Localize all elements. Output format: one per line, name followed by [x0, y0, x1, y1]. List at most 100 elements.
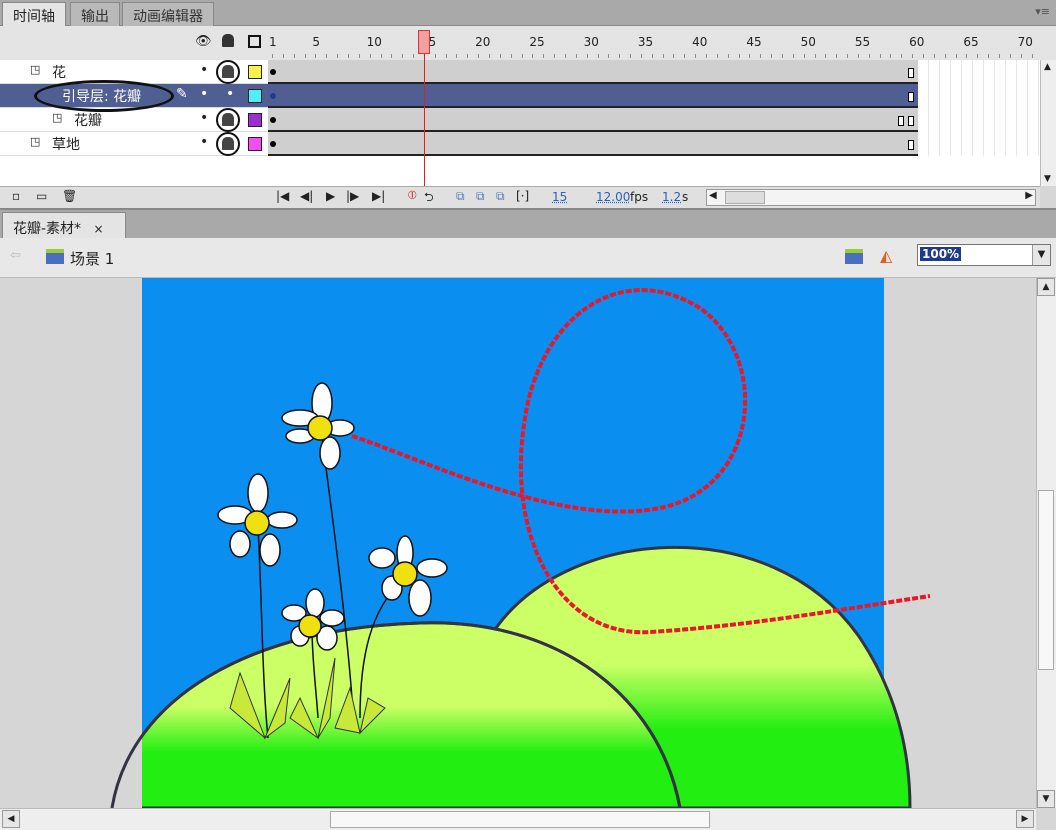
end-frame[interactable]: [908, 140, 915, 150]
scroll-down-button[interactable]: ▼: [1037, 790, 1055, 808]
layer-row[interactable]: 引导层: 花瓣 ✎ • •: [0, 80, 268, 112]
visibility-dot[interactable]: •: [200, 134, 208, 150]
timeline-toolbar: ▫ ▭ 🗑 |◀ ◀| ▶ |▶ ▶| ⦶ ⮌ ⧉ ⧉ ⧉ [·] 15 12.…: [0, 186, 1040, 208]
new-layer-icon[interactable]: ▫: [12, 189, 20, 203]
frame-tick-label: 40: [692, 35, 708, 49]
vscroll-thumb[interactable]: [1038, 490, 1054, 670]
frame-row[interactable]: [268, 132, 918, 156]
new-folder-icon[interactable]: ▭: [36, 189, 47, 203]
time-unit: s: [682, 190, 689, 204]
frame-tick-label: 20: [475, 35, 491, 49]
tab-timeline[interactable]: 时间轴: [2, 2, 66, 26]
scene-icon: [46, 249, 64, 264]
frame-tick-label: 5: [312, 35, 321, 49]
layer-type-icon: ◳: [30, 63, 41, 76]
end-frame[interactable]: [908, 68, 915, 78]
frame-row[interactable]: [268, 60, 918, 84]
elapsed-time: 1.2: [662, 190, 682, 204]
loop-icon[interactable]: ⮌: [424, 188, 434, 209]
visibility-dot[interactable]: •: [200, 86, 208, 102]
layer-row[interactable]: ◳ 花瓣 •: [0, 108, 268, 132]
document-tab[interactable]: 花瓣-素材* ×: [2, 212, 126, 240]
layer-row[interactable]: ◳ 花 •: [0, 60, 268, 84]
lock-dot[interactable]: •: [226, 86, 234, 102]
end-frame[interactable]: [908, 92, 915, 102]
document-tab-bar: 花瓣-素材* ×: [0, 208, 1056, 240]
onion-outline-icon[interactable]: ⧉: [476, 189, 485, 204]
outline-icon[interactable]: [248, 35, 261, 48]
visibility-dot[interactable]: •: [200, 62, 208, 78]
layer-type-icon: ◳: [52, 111, 63, 124]
onion-skin-icon[interactable]: ⧉: [456, 189, 465, 204]
frame-tick-label: 55: [854, 35, 871, 49]
timeline-hscroll[interactable]: ◀ ▶: [706, 189, 1036, 206]
keyframe[interactable]: [270, 69, 276, 75]
layer-name[interactable]: 花: [52, 62, 66, 82]
layer-color-swatch[interactable]: [248, 89, 262, 103]
back-arrow-icon[interactable]: ⇦: [10, 248, 21, 263]
annotation-circle: [216, 60, 240, 84]
tab-motion-editor[interactable]: 动画编辑器: [122, 2, 214, 26]
layer-color-swatch[interactable]: [248, 137, 262, 151]
stage-vscroll[interactable]: ▲ ▼: [1036, 278, 1056, 808]
scroll-left-button[interactable]: ◀: [2, 810, 20, 828]
frame-tick-label: 60: [909, 35, 925, 49]
onion-markers-icon[interactable]: [·]: [516, 189, 529, 203]
frame-tick-label: 1: [269, 35, 277, 49]
layer-row[interactable]: ◳ 草地 •: [0, 132, 268, 156]
layer-color-swatch[interactable]: [248, 113, 262, 127]
next-frame-icon[interactable]: |▶: [346, 189, 359, 203]
scene-label[interactable]: 场景 1: [70, 248, 114, 269]
panel-menu-icon[interactable]: ▾≡: [1035, 5, 1050, 18]
edit-multiple-icon[interactable]: ⧉: [496, 189, 505, 204]
zoom-value: 100%: [920, 247, 962, 261]
frame-ruler[interactable]: 1510152025303540455055606570: [268, 26, 1040, 60]
pencil-icon[interactable]: ✎: [176, 86, 188, 102]
timeline-header: 👁 1510152025303540455055606570: [0, 26, 1056, 60]
hscroll-thumb[interactable]: [330, 811, 710, 828]
timeline-vscroll[interactable]: ▲ ▼: [1040, 60, 1056, 186]
frame-row[interactable]: [268, 84, 918, 108]
layer-type-icon: ◳: [30, 135, 41, 148]
eye-icon[interactable]: 👁: [195, 34, 212, 49]
frame-rate[interactable]: 12.00: [596, 190, 630, 204]
layer-name[interactable]: 草地: [52, 134, 80, 154]
frame-row[interactable]: [268, 108, 918, 132]
zoom-select[interactable]: 100% ▼: [917, 244, 1051, 266]
current-frame[interactable]: 15: [552, 190, 567, 204]
lock-icon[interactable]: [222, 34, 234, 47]
frame-tick-label: 45: [746, 35, 762, 49]
center-frame-icon[interactable]: ⦶: [408, 188, 417, 203]
document-tab-label: 花瓣-素材*: [13, 221, 82, 237]
delete-icon[interactable]: 🗑: [62, 189, 77, 203]
frame-tick-label: 10: [366, 35, 382, 49]
layer-name[interactable]: 花瓣: [74, 110, 102, 130]
frame-tick-label: 30: [583, 35, 599, 49]
tab-output[interactable]: 输出: [70, 2, 120, 26]
frame-grid[interactable]: [268, 60, 1040, 186]
stage-hscroll[interactable]: ◀ ▶: [0, 808, 1036, 830]
play-icon[interactable]: ▶: [326, 189, 335, 203]
fps-label: fps: [630, 190, 649, 204]
layer-color-swatch[interactable]: [248, 65, 262, 79]
keyframe[interactable]: [270, 117, 276, 123]
frame-tick-label: 50: [800, 35, 816, 49]
keyframe[interactable]: [270, 93, 276, 99]
frame-tick-label: 65: [963, 35, 979, 49]
first-frame-icon[interactable]: |◀: [276, 189, 289, 203]
stage[interactable]: [0, 278, 1036, 808]
scroll-right-button[interactable]: ▶: [1016, 810, 1034, 828]
prev-frame-icon[interactable]: ◀|: [300, 189, 313, 203]
keyframe[interactable]: [270, 141, 276, 147]
chevron-down-icon[interactable]: ▼: [1032, 245, 1050, 265]
playhead[interactable]: [417, 30, 430, 54]
last-frame-icon[interactable]: ▶|: [372, 189, 385, 203]
close-tab-button[interactable]: ×: [94, 222, 104, 236]
end-frame[interactable]: [908, 116, 915, 126]
scroll-up-button[interactable]: ▲: [1037, 278, 1055, 296]
annotation-circle: [216, 108, 240, 132]
visibility-dot[interactable]: •: [200, 110, 208, 126]
stage-area[interactable]: [0, 278, 1036, 808]
edit-symbols-icon[interactable]: ◭: [880, 246, 892, 265]
edit-scene-icon[interactable]: [845, 249, 863, 264]
